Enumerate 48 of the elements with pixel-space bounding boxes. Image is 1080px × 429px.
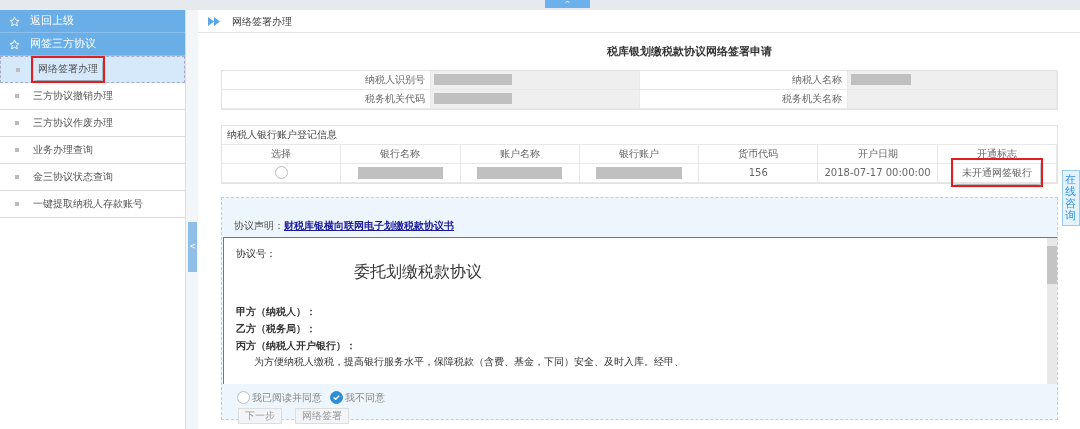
- double-arrow-icon: [208, 16, 220, 26]
- table-cell-text: 156: [748, 166, 768, 181]
- sidebar-header[interactable]: 网签三方协议: [0, 33, 185, 56]
- field-label: 税务机关代码: [222, 89, 431, 109]
- party-label: 甲方（纳税人）：: [236, 304, 317, 318]
- field-label: 税务机关名称: [639, 89, 849, 109]
- bullet-icon: [15, 94, 19, 98]
- bullet-icon: [15, 121, 19, 125]
- statement-label: 协议声明：: [234, 219, 284, 231]
- sidebar-item[interactable]: 网络签署办理: [0, 56, 185, 83]
- page-title: 网络签署办理: [232, 14, 292, 29]
- sidebar-toggle[interactable]: <: [188, 222, 197, 272]
- party-label: 乙方（税务局）：: [236, 321, 317, 335]
- column-header: 开通标志: [937, 144, 1057, 164]
- column-header: 选择: [222, 144, 342, 164]
- agreement-number-label: 协议号：: [236, 246, 277, 260]
- sidebar-header[interactable]: 返回上级: [0, 10, 185, 33]
- scrollbar[interactable]: [1047, 237, 1057, 384]
- field-label: 纳税人识别号: [222, 70, 431, 90]
- agreement-link[interactable]: 财税库银横向联网电子划缴税款协议书: [284, 219, 454, 231]
- document-title: 委托划缴税款协议: [354, 261, 483, 283]
- column-header: 开户日期: [818, 144, 938, 164]
- table-cell: 未开通网签银行: [953, 161, 1040, 185]
- table-cell-text: 2018-07-17 00:00:00: [824, 166, 931, 181]
- sidebar-item[interactable]: 金三协议状态查询: [0, 164, 185, 191]
- column-header: 银行名称: [341, 144, 461, 164]
- table-title: 纳税人银行账户登记信息: [222, 125, 1057, 145]
- party-label: 丙方（纳税人开户银行）：: [236, 338, 357, 352]
- bullet-icon: [16, 67, 20, 72]
- column-header: 账户名称: [460, 144, 580, 164]
- bullet-icon: [15, 148, 19, 152]
- column-header: 货币代码: [699, 144, 819, 164]
- column-header: 银行账户: [579, 144, 700, 164]
- sidebar-item[interactable]: 一键提取纳税人存款账号: [0, 191, 185, 218]
- bullet-icon: [15, 175, 19, 179]
- radio-button[interactable]: [274, 166, 288, 180]
- bullet-icon: [15, 202, 19, 206]
- sidebar-item[interactable]: 业务办理查询: [0, 137, 185, 164]
- consult-tab[interactable]: 在线咨询: [1062, 170, 1080, 227]
- star-icon: [9, 38, 20, 50]
- sidebar-item[interactable]: 三方协议作废办理: [0, 110, 185, 137]
- field-label: 纳税人名称: [639, 70, 849, 90]
- form-title: 税库银划缴税款协议网络签署申请: [605, 44, 773, 59]
- star-icon: [9, 15, 20, 27]
- radio-option[interactable]: 我已阅读并同意: [237, 389, 322, 405]
- radio-option[interactable]: 我不同意: [330, 389, 385, 405]
- document-paragraph: 为方便纳税人缴税，提高银行服务水平，保障税款（含费、基金，下同）安全、及时入库。经甲、: [253, 354, 685, 368]
- sidebar-item[interactable]: 三方协议撤销办理: [0, 83, 185, 110]
